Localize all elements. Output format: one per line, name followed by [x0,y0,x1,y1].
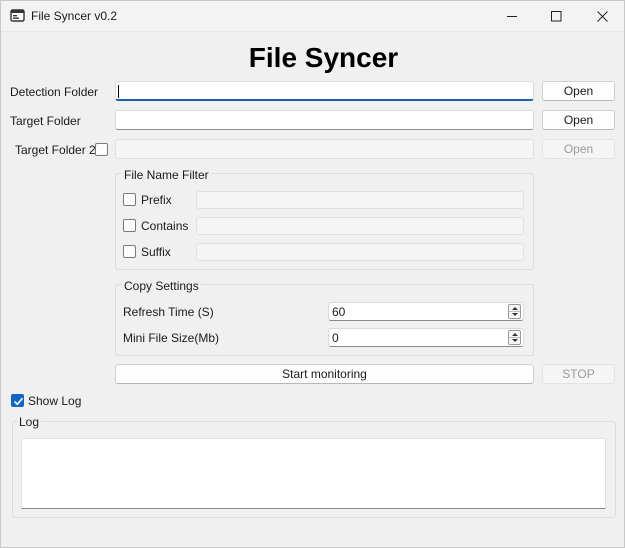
chevron-up-icon[interactable] [512,307,518,310]
contains-label: Contains [141,219,189,233]
target-folder-label: Target Folder [10,114,81,128]
chevron-up-icon[interactable] [512,333,518,336]
target-folder-2-input[interactable] [115,139,534,159]
detection-folder-label: Detection Folder [10,85,99,99]
minimize-button[interactable] [489,1,535,31]
maximize-button[interactable] [533,1,579,31]
refresh-time-spinbox[interactable]: 60 [328,302,524,321]
prefix-label: Prefix [141,193,172,207]
target-open-button[interactable]: Open [542,110,615,130]
prefix-input[interactable] [196,191,524,209]
min-file-size-value: 0 [332,331,339,345]
refresh-time-stepper[interactable] [508,304,521,319]
detection-folder-input[interactable] [115,81,534,101]
window-title: File Syncer v0.2 [31,9,118,23]
detection-open-button[interactable]: Open [542,81,615,101]
title-bar[interactable]: File Syncer v0.2 [1,1,624,32]
target-folder-2-checkbox[interactable] [95,143,108,156]
target-2-open-button[interactable]: Open [542,139,615,159]
close-icon [596,10,608,22]
close-button[interactable] [579,1,625,31]
suffix-label: Suffix [141,245,171,259]
show-log-checkbox[interactable] [11,394,24,407]
chevron-down-icon[interactable] [512,339,518,342]
contains-checkbox[interactable] [123,219,136,232]
app-window-icon [10,9,26,23]
target-folder-input[interactable] [115,110,534,130]
show-log-label: Show Log [28,394,82,408]
refresh-time-value: 60 [332,305,346,319]
contains-input[interactable] [196,217,524,235]
refresh-time-label: Refresh Time (S) [123,305,214,319]
copy-settings-title: Copy Settings [122,279,201,293]
text-caret [118,85,119,98]
chevron-down-icon[interactable] [512,313,518,316]
stop-button[interactable]: STOP [542,364,615,384]
app-window: File Syncer v0.2 File Syncer Detection F… [0,0,625,548]
file-name-filter-title: File Name Filter [122,168,211,182]
min-file-size-spinbox[interactable]: 0 [328,328,524,347]
log-output[interactable] [21,438,606,509]
min-file-size-label: Mini File Size(Mb) [123,331,220,345]
suffix-checkbox[interactable] [123,245,136,258]
app-heading: File Syncer [248,42,399,73]
suffix-input[interactable] [196,243,524,261]
start-monitoring-button[interactable]: Start monitoring [115,364,534,384]
maximize-icon [550,10,562,22]
target-folder-2-label: Target Folder 2 [15,143,96,157]
min-file-size-stepper[interactable] [508,330,521,345]
minimize-icon [506,11,518,22]
log-title: Log [17,415,42,429]
prefix-checkbox[interactable] [123,193,136,206]
